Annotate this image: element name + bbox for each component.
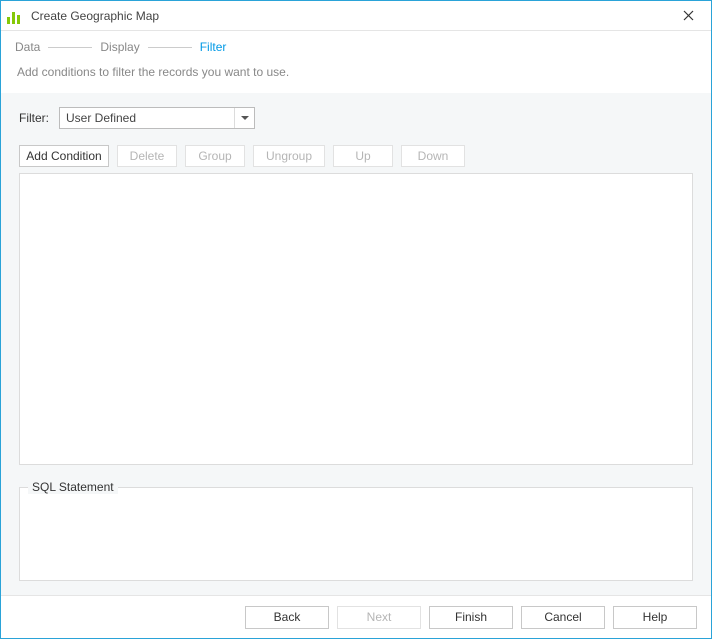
content-outer: Filter: User Defined Add Condition Delet… — [1, 93, 711, 596]
content: Filter: User Defined Add Condition Delet… — [1, 93, 711, 595]
group-button: Group — [185, 145, 245, 167]
help-button[interactable]: Help — [613, 606, 697, 629]
step-separator — [148, 47, 192, 48]
close-icon[interactable] — [673, 4, 703, 28]
chevron-down-icon — [234, 108, 254, 128]
app-icon — [7, 8, 23, 24]
dialog-window: Create Geographic Map Data Display Filte… — [0, 0, 712, 639]
next-button: Next — [337, 606, 421, 629]
add-condition-button[interactable]: Add Condition — [19, 145, 109, 167]
filter-combo-value: User Defined — [66, 111, 136, 125]
filter-label: Filter: — [19, 111, 49, 125]
hint-text: Add conditions to filter the records you… — [1, 57, 711, 93]
window-title: Create Geographic Map — [31, 9, 673, 23]
footer: Back Next Finish Cancel Help — [1, 596, 711, 638]
back-button[interactable]: Back — [245, 606, 329, 629]
step-separator — [48, 47, 92, 48]
delete-button: Delete — [117, 145, 177, 167]
titlebar: Create Geographic Map — [1, 1, 711, 31]
finish-button[interactable]: Finish — [429, 606, 513, 629]
wizard-steps: Data Display Filter — [1, 31, 711, 57]
conditions-area[interactable] — [19, 173, 693, 465]
step-display[interactable]: Display — [98, 40, 141, 54]
ungroup-button: Ungroup — [253, 145, 325, 167]
step-data[interactable]: Data — [13, 40, 42, 54]
cancel-button[interactable]: Cancel — [521, 606, 605, 629]
up-button: Up — [333, 145, 393, 167]
step-filter[interactable]: Filter — [198, 40, 229, 54]
sql-statement-box: SQL Statement — [19, 487, 693, 581]
down-button: Down — [401, 145, 465, 167]
sql-wrap: SQL Statement — [19, 479, 693, 585]
condition-toolbar: Add Condition Delete Group Ungroup Up Do… — [19, 145, 693, 167]
sql-legend: SQL Statement — [28, 480, 118, 494]
filter-row: Filter: User Defined — [19, 107, 693, 129]
filter-combo[interactable]: User Defined — [59, 107, 255, 129]
